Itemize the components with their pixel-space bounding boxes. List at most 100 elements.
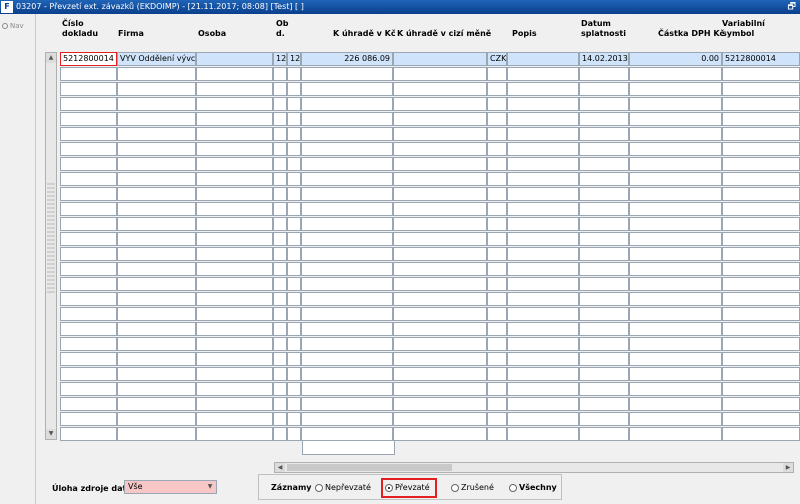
cell-o1[interactable] — [273, 67, 287, 81]
cell-o1[interactable] — [273, 82, 287, 96]
cell-datum[interactable] — [579, 277, 629, 291]
cell-o1[interactable] — [273, 127, 287, 141]
radio-vsechny[interactable]: Všechny — [509, 483, 557, 492]
cell-firma[interactable] — [117, 352, 196, 366]
cell-doc[interactable] — [60, 337, 117, 351]
cell-popis[interactable] — [507, 232, 579, 246]
cell-k-uhrade-kc[interactable] — [301, 202, 393, 216]
cell-doc[interactable] — [60, 67, 117, 81]
cell-dph[interactable] — [629, 307, 722, 321]
cell-var[interactable] — [722, 217, 800, 231]
cell-firma[interactable] — [117, 187, 196, 201]
cell-o2[interactable] — [287, 352, 301, 366]
cell-var[interactable] — [722, 307, 800, 321]
cell-o2[interactable] — [287, 262, 301, 276]
cell-firma[interactable] — [117, 157, 196, 171]
cell-k-uhrade-cm[interactable] — [393, 232, 487, 246]
cell-k-uhrade-cm[interactable] — [393, 97, 487, 111]
cell-k-uhrade-kc[interactable] — [301, 247, 393, 261]
cell-dph[interactable] — [629, 367, 722, 381]
cell-o1[interactable] — [273, 217, 287, 231]
cell-var[interactable] — [722, 142, 800, 156]
cell-firma[interactable] — [117, 277, 196, 291]
cell-doc[interactable] — [60, 82, 117, 96]
cell-dph[interactable] — [629, 322, 722, 336]
cell-o2[interactable] — [287, 412, 301, 426]
cell-dph[interactable] — [629, 427, 722, 441]
cell-firma[interactable] — [117, 67, 196, 81]
cell-mena[interactable] — [487, 307, 507, 321]
cell-datum[interactable] — [579, 337, 629, 351]
cell-k-uhrade-kc[interactable] — [301, 352, 393, 366]
cell-mena[interactable] — [487, 427, 507, 441]
cell-k-uhrade-cm[interactable] — [393, 337, 487, 351]
cell-doc[interactable] — [60, 277, 117, 291]
cell-doc[interactable] — [60, 427, 117, 441]
cell-var[interactable] — [722, 232, 800, 246]
cell-o2[interactable] — [287, 247, 301, 261]
cell-osoba[interactable] — [196, 382, 273, 396]
cell-o1[interactable] — [273, 292, 287, 306]
cell-firma[interactable] — [117, 262, 196, 276]
cell-mena[interactable] — [487, 337, 507, 351]
cell-var[interactable] — [722, 67, 800, 81]
cell-k-uhrade-kc[interactable] — [301, 187, 393, 201]
cell-firma[interactable] — [117, 427, 196, 441]
hscroll-thumb[interactable] — [287, 464, 452, 471]
cell-datum[interactable] — [579, 112, 629, 126]
cell-popis[interactable] — [507, 202, 579, 216]
cell-doc[interactable] — [60, 97, 117, 111]
cell-popis[interactable] — [507, 382, 579, 396]
cell-mena[interactable] — [487, 112, 507, 126]
cell-k-uhrade-cm[interactable] — [393, 427, 487, 441]
cell-firma[interactable] — [117, 217, 196, 231]
cell-o2[interactable] — [287, 382, 301, 396]
cell-o2[interactable] — [287, 292, 301, 306]
cell-var[interactable] — [722, 322, 800, 336]
cell-firma[interactable] — [117, 82, 196, 96]
nav-button[interactable]: Nav — [2, 22, 24, 30]
cell-o1[interactable] — [273, 232, 287, 246]
cell-k-uhrade-kc[interactable] — [301, 217, 393, 231]
cell-var[interactable] — [722, 367, 800, 381]
cell-k-uhrade-cm[interactable] — [393, 157, 487, 171]
cell-k-uhrade-kc[interactable] — [301, 367, 393, 381]
cell-popis[interactable] — [507, 352, 579, 366]
cell-dph[interactable] — [629, 67, 722, 81]
cell-firma[interactable] — [117, 292, 196, 306]
cell-osoba[interactable] — [196, 157, 273, 171]
cell-k-uhrade-cm[interactable] — [393, 292, 487, 306]
cell-o2[interactable] — [287, 367, 301, 381]
cell-dph[interactable] — [629, 172, 722, 186]
cell-o2[interactable] — [287, 232, 301, 246]
cell-k-uhrade-cm[interactable] — [393, 67, 487, 81]
radio-neprevzate[interactable]: Nepřevzaté — [315, 483, 371, 492]
cell-k-uhrade-kc[interactable] — [301, 232, 393, 246]
cell-osoba[interactable] — [196, 202, 273, 216]
cell-dph[interactable] — [629, 217, 722, 231]
cell-firma[interactable] — [117, 127, 196, 141]
cell-doc[interactable] — [60, 352, 117, 366]
cell-popis[interactable] — [507, 97, 579, 111]
cell-datum[interactable] — [579, 142, 629, 156]
radio-zrusene[interactable]: Zrušené — [451, 483, 494, 492]
cell-firma[interactable] — [117, 97, 196, 111]
cell-o1[interactable] — [273, 307, 287, 321]
cell-var[interactable] — [722, 262, 800, 276]
scroll-down-icon[interactable]: ▼ — [46, 429, 56, 439]
cell-mena[interactable] — [487, 397, 507, 411]
cell-osoba[interactable] — [196, 307, 273, 321]
cell-var[interactable] — [722, 127, 800, 141]
cell-firma[interactable] — [117, 232, 196, 246]
cell-doc[interactable] — [60, 202, 117, 216]
cell-k-uhrade-kc[interactable] — [301, 427, 393, 441]
cell-osoba[interactable] — [196, 82, 273, 96]
cell-firma[interactable] — [117, 397, 196, 411]
cell-k-uhrade-cm[interactable] — [393, 142, 487, 156]
cell-doc[interactable] — [60, 367, 117, 381]
cell-k-uhrade-cm[interactable] — [393, 262, 487, 276]
cell-datum[interactable] — [579, 412, 629, 426]
cell-datum[interactable] — [579, 217, 629, 231]
cell-k-uhrade-kc[interactable] — [301, 382, 393, 396]
cell-datum[interactable] — [579, 157, 629, 171]
